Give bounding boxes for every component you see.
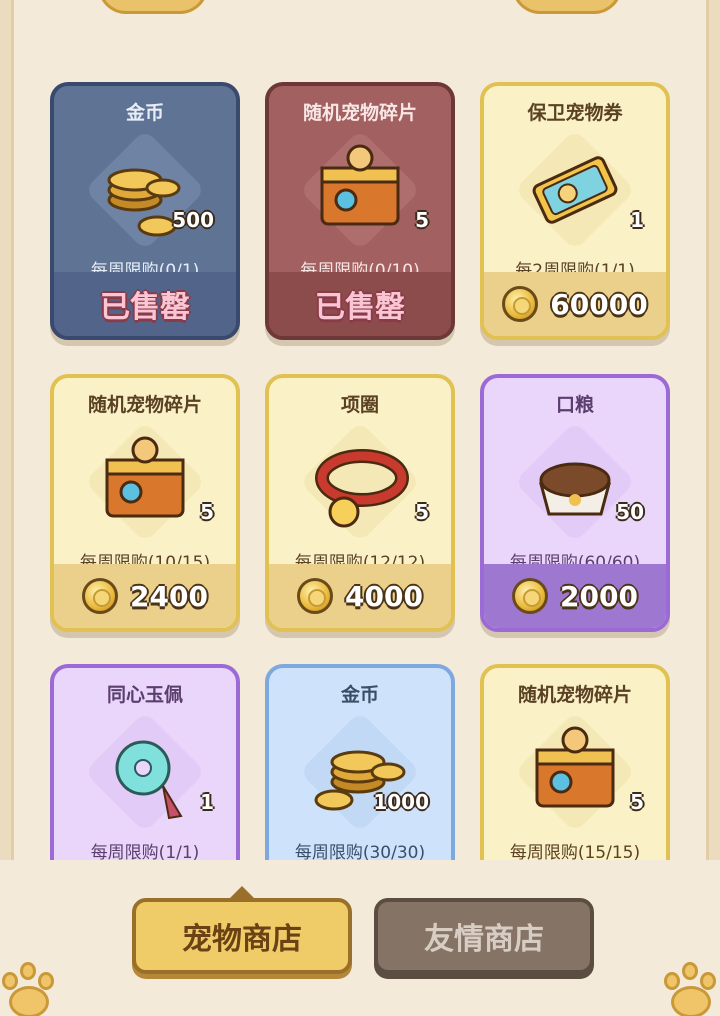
paw-icon	[0, 956, 64, 1016]
tab-pet-shop[interactable]: 宠物商店	[132, 898, 352, 974]
price-button[interactable]: 4000	[269, 564, 451, 628]
tab-friendship-shop[interactable]: 友情商店	[374, 898, 594, 974]
cat-chest-icon	[514, 711, 636, 833]
item-quantity: 5	[200, 500, 214, 524]
item-title: 项圈	[340, 394, 379, 416]
shop-item-card[interactable]: 同心玉佩 1 每周限购(1/1)	[50, 664, 240, 860]
item-quantity: 1000	[373, 790, 429, 814]
price-label: 4000	[345, 579, 423, 613]
item-title: 同心玉佩	[106, 684, 183, 706]
item-quantity: 50	[616, 500, 644, 524]
price-button[interactable]: 2000	[484, 564, 666, 628]
cat-chest-icon	[84, 421, 206, 543]
price-button[interactable]: 2400	[54, 564, 236, 628]
pet-food-bowl-icon	[514, 421, 636, 543]
price-label: 2000	[560, 579, 638, 613]
coin-icon	[297, 578, 334, 614]
shop-grid: 金币 500 每周限购(0/1) 已售罄 随机宠物碎片 5 每周限购(0/10)…	[0, 0, 720, 860]
sold-out-footer: 已售罄	[269, 272, 451, 336]
paw-icon	[656, 956, 720, 1016]
gold-coins-icon	[84, 129, 206, 251]
pet-ticket-icon	[514, 129, 636, 251]
coin-icon	[82, 578, 119, 614]
sold-out-footer: 已售罄	[54, 272, 236, 336]
shop-item-card[interactable]: 口粮 50 每周限购(60/60) 2000	[480, 374, 670, 632]
item-title: 随机宠物碎片	[517, 684, 632, 706]
price-label: 60000	[550, 287, 648, 321]
cat-chest-icon	[299, 129, 421, 251]
item-quantity: 5	[630, 790, 644, 814]
item-title: 随机宠物碎片	[302, 102, 417, 124]
sold-out-label: 已售罄	[315, 290, 405, 325]
shop-item-card[interactable]: 项圈 5 每周限购(12/12) 4000	[265, 374, 455, 632]
shop-item-card[interactable]: 金币 500 每周限购(0/1) 已售罄	[50, 82, 240, 340]
shop-item-card[interactable]: 随机宠物碎片 5 每周限购(10/15) 2400	[50, 374, 240, 632]
item-title: 保卫宠物券	[527, 102, 623, 124]
coin-icon	[512, 578, 549, 614]
purchase-limit: 每周限购(1/1)	[90, 843, 200, 860]
item-title: 随机宠物碎片	[87, 394, 202, 416]
item-title: 金币	[340, 684, 379, 706]
collar-icon	[299, 421, 421, 543]
item-title: 口粮	[555, 394, 594, 416]
item-quantity: 5	[415, 500, 429, 524]
item-quantity: 5	[415, 208, 429, 232]
item-quantity: 500	[172, 208, 214, 232]
shop-item-card[interactable]: 随机宠物碎片 5 每周限购(0/10) 已售罄	[265, 82, 455, 340]
shop-item-card[interactable]: 随机宠物碎片 5 每周限购(15/15)	[480, 664, 670, 860]
sold-out-label: 已售罄	[100, 290, 190, 325]
shop-item-card[interactable]: 金币 1000 每周限购(30/30)	[265, 664, 455, 860]
bottom-tab-bar: 宠物商店 友情商店	[0, 860, 720, 1016]
item-quantity: 1	[200, 790, 214, 814]
item-quantity: 1	[630, 208, 644, 232]
purchase-limit: 每周限购(15/15)	[509, 843, 641, 860]
price-label: 2400	[130, 579, 208, 613]
shop-item-card[interactable]: 保卫宠物券 1 每2周限购(1/1) 60000	[480, 82, 670, 340]
coin-icon	[502, 286, 539, 322]
purchase-limit: 每周限购(30/30)	[294, 843, 426, 860]
price-button[interactable]: 60000	[484, 272, 666, 336]
item-title: 金币	[125, 102, 164, 124]
gold-coins-icon	[299, 711, 421, 833]
jade-pendant-icon	[84, 711, 206, 833]
